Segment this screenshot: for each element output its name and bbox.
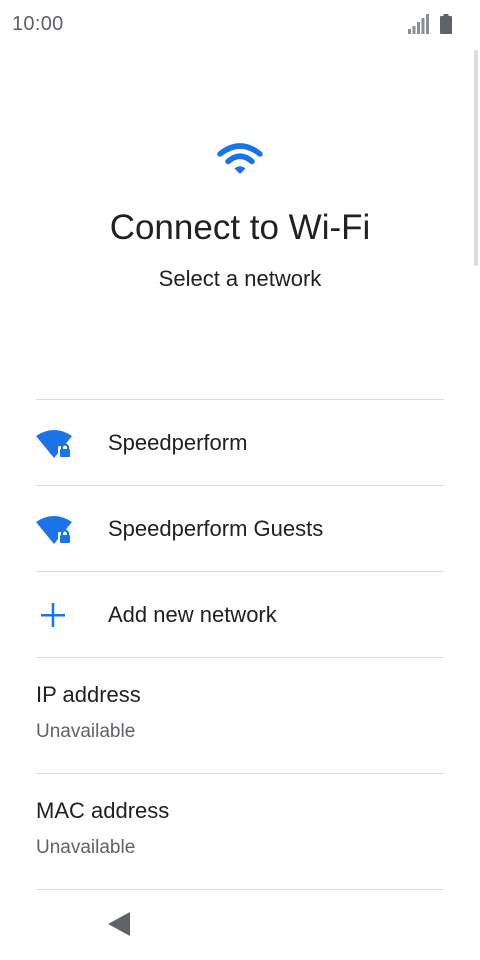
ip-address-value: Unavailable xyxy=(36,721,136,742)
wifi-locked-icon xyxy=(36,430,72,458)
divider xyxy=(36,889,444,890)
status-icons xyxy=(408,14,452,34)
network-name: Speedperform xyxy=(108,429,248,455)
wifi-locked-icon xyxy=(36,516,72,544)
network-name: Speedperform Guests xyxy=(108,515,324,541)
add-network-button[interactable]: Add new network xyxy=(36,572,444,657)
back-icon[interactable] xyxy=(106,910,132,938)
network-item-speedperform[interactable]: Speedperform xyxy=(36,400,444,485)
setup-screen: 10:00 Connect to Wi-Fi Select a network xyxy=(0,0,480,960)
network-list: Speedperform Speedperform Guests Add new… xyxy=(36,399,444,890)
mac-address-title: MAC address xyxy=(36,798,170,823)
ip-address-row: IP address Unavailable xyxy=(36,658,444,773)
page-subtitle: Select a network xyxy=(158,266,322,291)
add-network-label: Add new network xyxy=(108,601,277,627)
ip-address-title: IP address xyxy=(36,682,141,707)
mac-address-value: Unavailable xyxy=(36,837,136,858)
network-item-speedperform-guests[interactable]: Speedperform Guests xyxy=(36,486,444,571)
wifi-icon xyxy=(217,143,263,174)
page-title: Connect to Wi-Fi xyxy=(109,208,371,247)
mac-address-row: MAC address Unavailable xyxy=(36,774,444,889)
status-bar: 10:00 xyxy=(0,0,480,50)
status-time: 10:00 xyxy=(12,13,64,35)
cellular-signal-icon xyxy=(408,14,429,34)
battery-full-icon xyxy=(440,14,452,34)
plus-icon xyxy=(41,603,65,627)
